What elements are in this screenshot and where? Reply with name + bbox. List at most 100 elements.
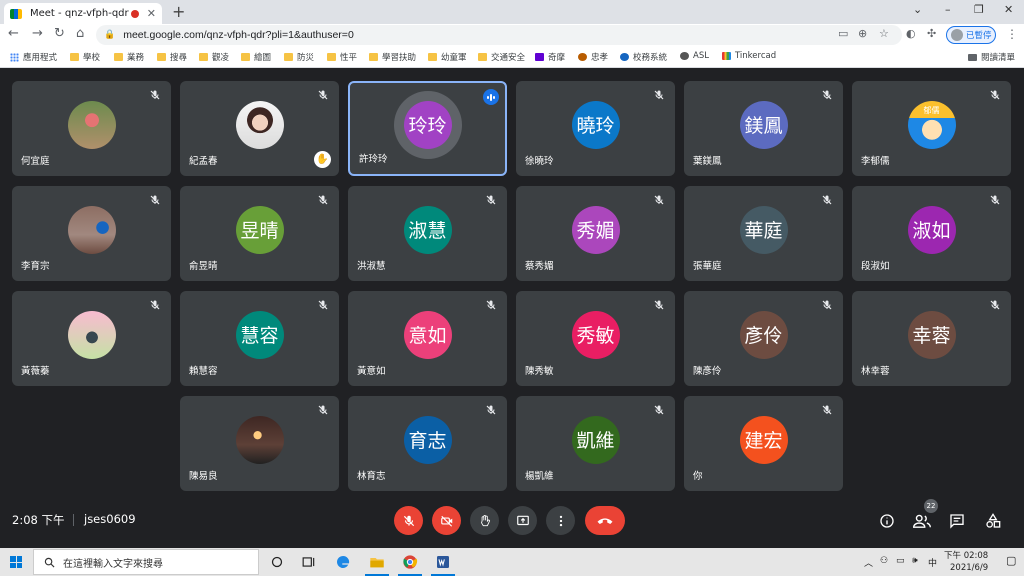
browser-tab-meet[interactable]: Meet - qnz-vfph-qdr ✕	[4, 3, 162, 24]
windows-taskbar: 在這裡輸入文字來搜尋 ︿ ⚇ ▭ 🕪 中 下午 02:08 2021/6/9 ▢	[0, 548, 1024, 576]
restore-icon[interactable]: ❐	[974, 3, 984, 16]
back-arrow-icon[interactable]: ←	[8, 26, 19, 41]
network-icon[interactable]: ▭	[896, 556, 905, 566]
reading-list[interactable]: 閱讀清單	[968, 51, 1015, 63]
folder-icon	[284, 53, 293, 61]
close-tab-icon[interactable]: ✕	[147, 7, 156, 20]
participant-tile[interactable]: 華庭 張華庭	[684, 186, 843, 281]
participant-tile[interactable]: 建宏你	[684, 396, 843, 491]
hand-icon	[480, 514, 490, 526]
minimize-icon[interactable]: –	[945, 3, 951, 16]
participant-avatar: 建宏	[739, 415, 788, 464]
reload-icon[interactable]: ↻	[54, 26, 65, 41]
bookmark-apps[interactable]: 應用程式	[10, 51, 57, 63]
participant-tile[interactable]: 陳易良	[180, 396, 339, 491]
edge-icon	[336, 555, 350, 568]
notification-icon[interactable]: ▢	[1006, 554, 1016, 567]
participant-tile[interactable]: 鎂鳳 葉鎂鳳	[684, 81, 843, 176]
puzzle-icon[interactable]: ✣	[927, 27, 936, 40]
activities-button[interactable]	[983, 511, 1003, 531]
participant-name: 林幸蓉	[861, 366, 890, 377]
address-bar[interactable]: 🔒 meet.google.com/qnz-vfph-qdr?pli=1&aut…	[96, 25, 902, 45]
participant-avatar: 淑慧	[403, 205, 452, 254]
participant-tile[interactable]: 秀敏 陳秀敏	[516, 291, 675, 386]
extension-icon[interactable]: ◐	[906, 27, 916, 40]
participant-tile[interactable]: 曉玲 徐曉玲	[516, 81, 675, 176]
participant-tile[interactable]: 昱晴 俞昱晴	[180, 186, 339, 281]
mic-muted-icon	[150, 90, 160, 100]
participant-tile[interactable]: 彥伶 陳彥伶	[684, 291, 843, 386]
new-tab-button[interactable]: +	[172, 2, 185, 21]
bookmark-folder[interactable]: 觀凌	[199, 51, 229, 63]
task-view-button[interactable]	[300, 553, 318, 571]
bookmark-folder[interactable]: 防災	[284, 51, 314, 63]
bookmark-system[interactable]: 校務系統	[620, 51, 667, 63]
show-hidden-icons[interactable]: ︿	[864, 556, 873, 569]
chrome-icon	[403, 555, 418, 569]
leave-call-button[interactable]	[585, 506, 625, 535]
chat-button[interactable]	[947, 511, 967, 531]
browser-menu-icon[interactable]: ⋮	[1006, 27, 1018, 41]
participant-tile[interactable]: 黃薇蓁	[12, 291, 171, 386]
tab-title: Meet - qnz-vfph-qdr	[30, 8, 129, 19]
participant-tile[interactable]: 郁儒 李郁儒	[852, 81, 1011, 176]
forward-arrow-icon[interactable]: →	[32, 26, 43, 41]
participant-tile[interactable]: 意如 黃意如	[348, 291, 507, 386]
file-explorer-button[interactable]	[368, 553, 386, 571]
tab-search-icon[interactable]: ⌄	[913, 3, 922, 16]
bookmark-tinkercad[interactable]: Tinkercad	[722, 51, 776, 61]
more-options-button[interactable]	[546, 506, 575, 535]
close-window-icon[interactable]: ✕	[1004, 3, 1013, 16]
bookmark-folder[interactable]: 幼童軍	[428, 51, 467, 63]
participant-tile[interactable]: 淑如 段淑如	[852, 186, 1011, 281]
zoom-icon[interactable]: ⊕	[858, 27, 867, 40]
participant-tile[interactable]: 育志 林育志	[348, 396, 507, 491]
bookmark-yahoo[interactable]: 奇摩	[535, 51, 565, 63]
taskbar-search-input[interactable]: 在這裡輸入文字來搜尋	[33, 549, 259, 575]
mic-off-button[interactable]	[394, 506, 423, 535]
bookmark-folder[interactable]: 業務	[114, 51, 144, 63]
raise-hand-button[interactable]	[470, 506, 499, 535]
participant-tile[interactable]: 何宜庭	[12, 81, 171, 176]
participant-name: 蔡秀媚	[525, 261, 554, 272]
bookmark-folder[interactable]: 搜尋	[157, 51, 187, 63]
volume-icon[interactable]: 🕪	[912, 556, 918, 566]
camera-permission-icon[interactable]: ▭	[838, 27, 848, 40]
edge-browser-button[interactable]	[334, 553, 352, 571]
chrome-button[interactable]	[401, 553, 419, 571]
home-icon[interactable]: ⌂	[76, 26, 84, 41]
apps-grid-icon	[10, 52, 19, 62]
camera-off-button[interactable]	[432, 506, 461, 535]
bookmark-folder[interactable]: 學習扶助	[369, 51, 416, 63]
word-button[interactable]	[434, 553, 452, 571]
windows-start-icon[interactable]	[10, 556, 22, 568]
bookmark-folder[interactable]: 交通安全	[478, 51, 525, 63]
participant-tile[interactable]: 紀孟春 ✋	[180, 81, 339, 176]
participant-tile[interactable]: 幸蓉 林幸蓉	[852, 291, 1011, 386]
browser-toolbar: ← → ↻ ⌂ 🔒 meet.google.com/qnz-vfph-qdr?p…	[0, 24, 1024, 46]
url-text[interactable]: meet.google.com/qnz-vfph-qdr?pli=1&authu…	[123, 29, 354, 41]
folder-icon	[370, 558, 384, 568]
ime-indicator[interactable]: 中	[928, 556, 937, 569]
participant-tile[interactable]: 慧容 賴慧容	[180, 291, 339, 386]
system-clock[interactable]: 下午 02:08 2021/6/9	[944, 550, 988, 574]
meeting-details-button[interactable]	[877, 511, 897, 531]
bookmark-folder[interactable]: 繪圖	[241, 51, 271, 63]
participant-tile[interactable]: 淑慧 洪淑慧	[348, 186, 507, 281]
bookmark-folder[interactable]: 學校	[70, 51, 100, 63]
bookmark-asl[interactable]: ASL	[680, 51, 709, 61]
people-button[interactable]	[912, 511, 932, 531]
present-screen-button[interactable]	[508, 506, 537, 535]
profile-button[interactable]: 已暫停	[946, 26, 996, 44]
cortana-button[interactable]	[268, 553, 286, 571]
bookmark-folder[interactable]: 性平	[327, 51, 357, 63]
meeting-code[interactable]: jses0609	[84, 512, 136, 526]
participant-tile[interactable]: 李育宗	[12, 186, 171, 281]
people-tray-icon[interactable]: ⚇	[880, 556, 888, 566]
participant-tile[interactable]: 凱維 楊凱維	[516, 396, 675, 491]
bookmark-school[interactable]: 忠孝	[578, 51, 608, 63]
participant-tile[interactable]: 玲玲 許玲玲	[348, 81, 507, 176]
bookmark-star-icon[interactable]: ☆	[879, 27, 889, 40]
lock-icon[interactable]: 🔒	[104, 30, 115, 40]
participant-tile[interactable]: 秀媚 蔡秀媚	[516, 186, 675, 281]
